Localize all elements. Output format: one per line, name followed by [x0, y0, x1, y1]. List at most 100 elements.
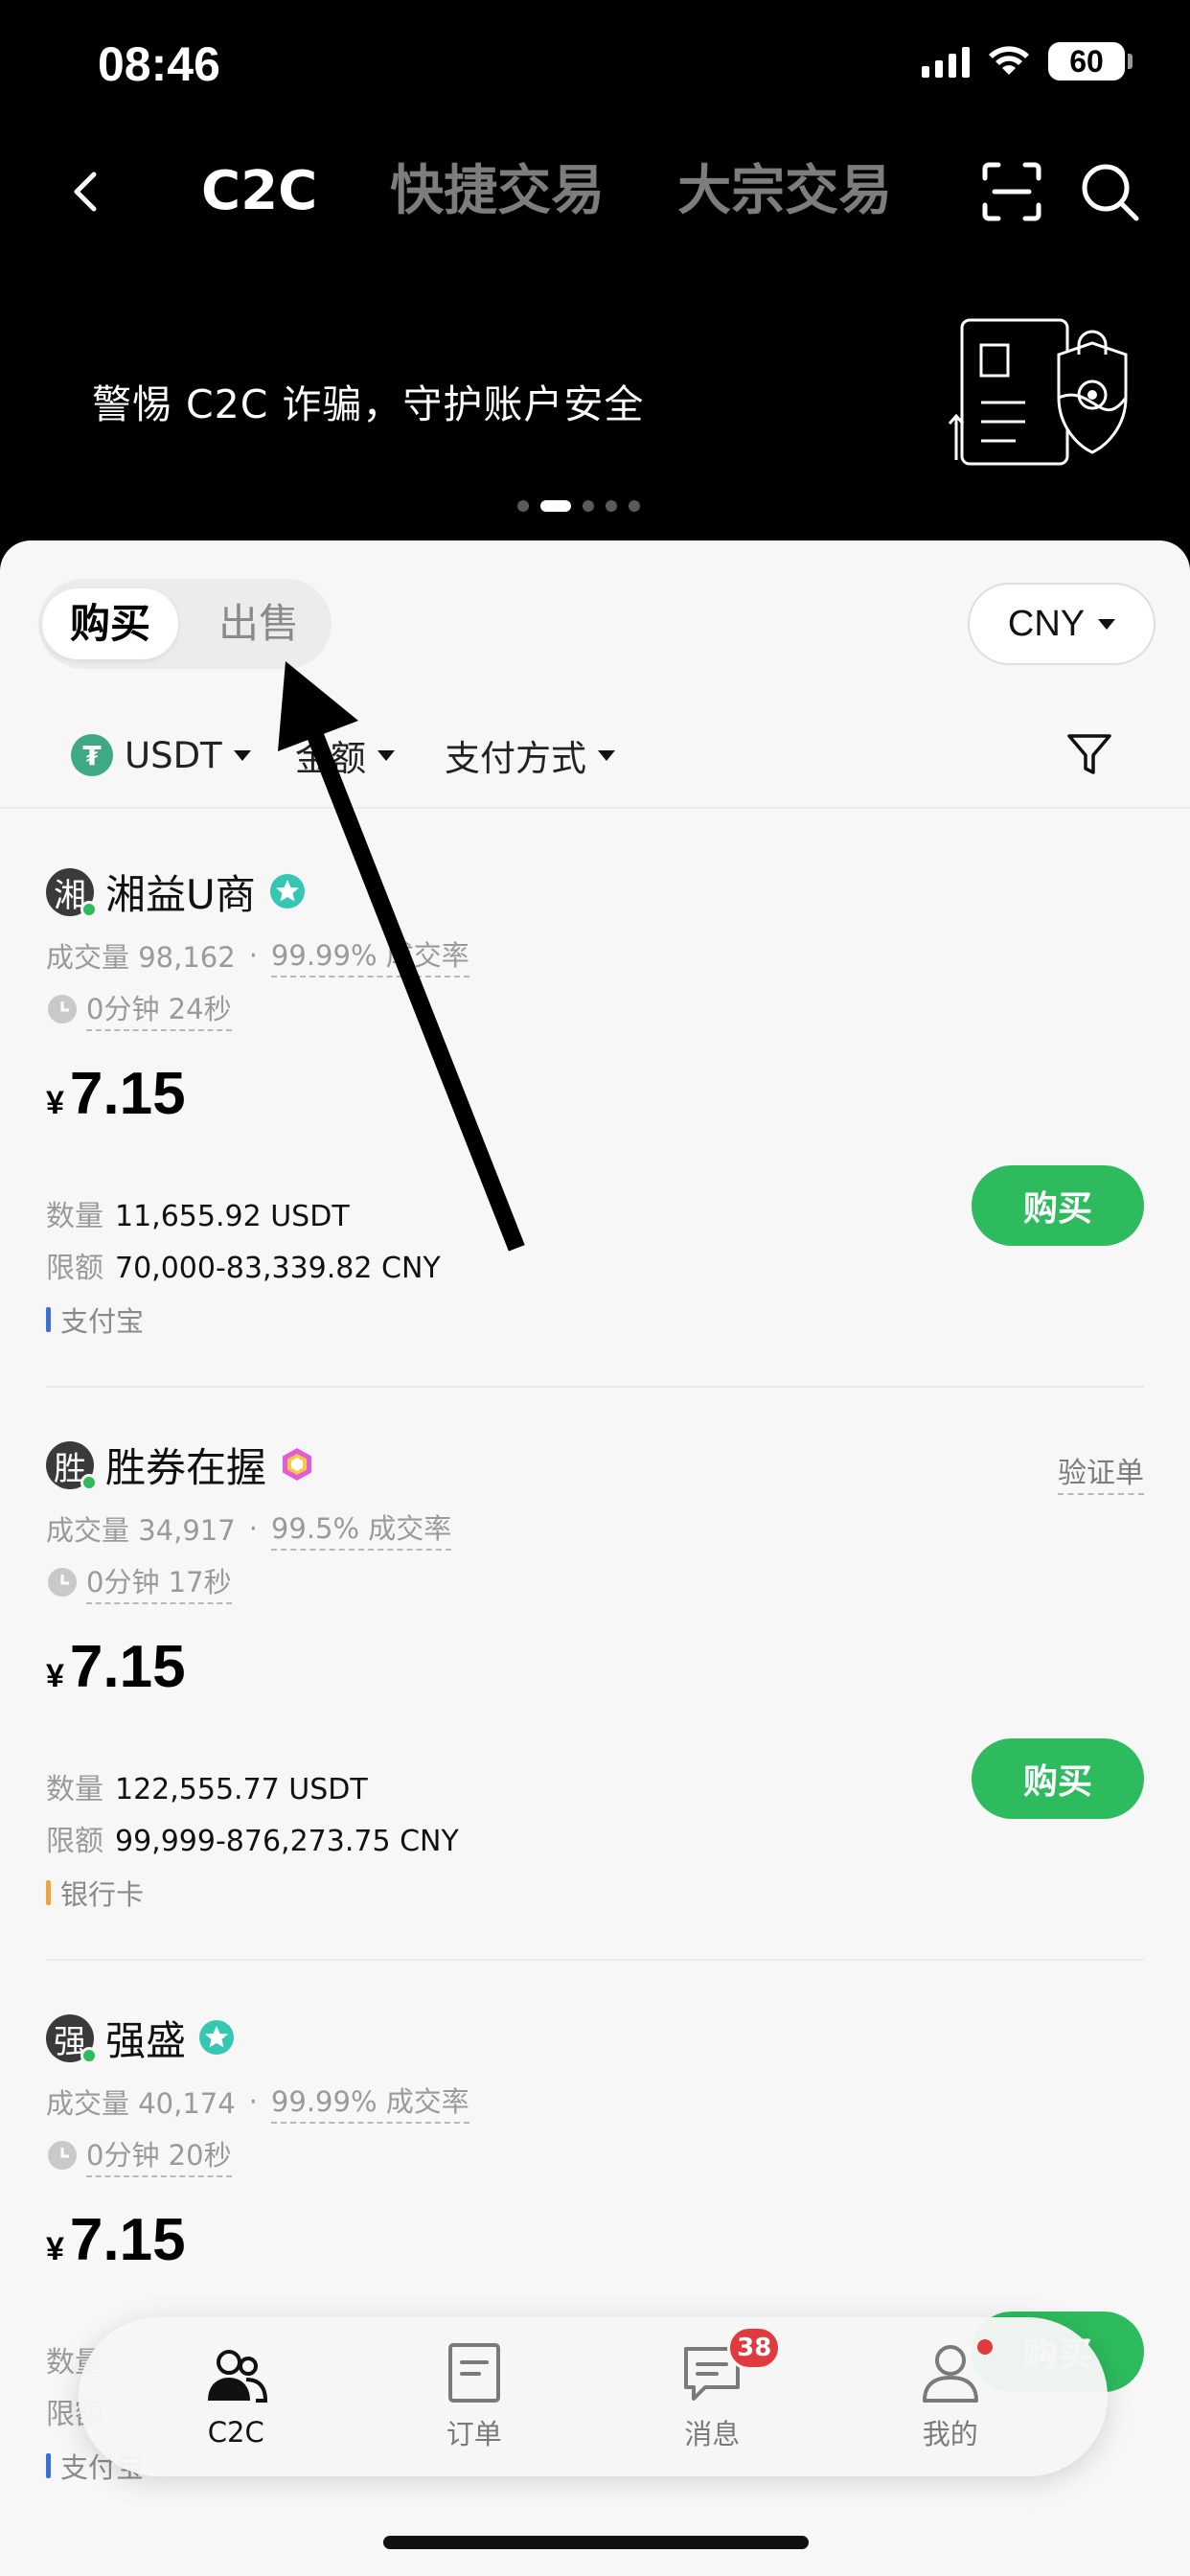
- notification-dot: [976, 2339, 993, 2355]
- buy-toggle-option[interactable]: 购买: [42, 588, 178, 659]
- home-indicator[interactable]: [383, 2536, 809, 2549]
- verified-star-badge-icon: [270, 874, 305, 908]
- limit-label: 限额: [46, 1825, 103, 1858]
- tab-c2c[interactable]: C2C: [201, 153, 317, 230]
- online-status-dot: [80, 901, 98, 918]
- top-nav: C2C 快捷交易 大宗交易: [0, 144, 1190, 240]
- separator-dot: ·: [248, 1512, 258, 1545]
- nav-tabs: C2C 快捷交易 大宗交易: [201, 153, 892, 230]
- response-time: 0分钟 24秒: [46, 987, 232, 1031]
- clock-icon: [48, 995, 77, 1024]
- separator-dot: ·: [248, 939, 258, 972]
- banner-dot-active[interactable]: [540, 500, 571, 512]
- battery-icon: 60: [1048, 42, 1133, 80]
- verified-star-badge-icon: [199, 2020, 234, 2055]
- order-icon: [447, 2343, 500, 2403]
- tab-messages-nav[interactable]: 38 消息: [626, 2326, 798, 2452]
- trade-volume: 成交量 34,917: [46, 1514, 236, 1547]
- price-currency: ¥: [46, 1085, 64, 1121]
- banner-dot[interactable]: [629, 500, 640, 512]
- limit-row: 限额 70,000-83,339.82 CNY: [46, 1244, 441, 1286]
- trade-volume: 成交量 40,174: [46, 2087, 236, 2120]
- merchant-avatar[interactable]: 湘: [46, 868, 98, 918]
- security-shield-illustration: [949, 318, 1128, 466]
- tab-orders-nav[interactable]: 订单: [388, 2341, 561, 2452]
- payment-method-label: 支付宝: [60, 1305, 145, 1338]
- price: ¥7.15: [46, 1060, 186, 1128]
- price-currency: ¥: [46, 2231, 64, 2267]
- merchant-stats: 成交量 98,162 · 99.99% 成交率: [46, 933, 469, 978]
- separator-dot: ·: [248, 2085, 258, 2118]
- limit-value: 99,999-876,273.75 CNY: [115, 1825, 459, 1858]
- caret-down-icon: [598, 749, 615, 761]
- tab-quick-trade[interactable]: 快捷交易: [390, 153, 605, 230]
- coin-filter[interactable]: ₮ USDT: [71, 728, 251, 782]
- search-icon[interactable]: [1077, 159, 1142, 224]
- verify-order-link[interactable]: 验证单: [1058, 1449, 1144, 1495]
- tab-c2c-nav[interactable]: C2C: [149, 2345, 322, 2449]
- amount-filter-label: 金额: [295, 738, 366, 779]
- buy-button[interactable]: 购买: [972, 1738, 1144, 1819]
- tab-label: 消息: [684, 2418, 741, 2450]
- payment-method-label: 银行卡: [60, 1878, 145, 1911]
- scan-icon[interactable]: [981, 161, 1042, 222]
- tab-label: 我的: [922, 2418, 978, 2450]
- completion-rate[interactable]: 99.99% 成交率: [270, 2080, 469, 2124]
- merchant-name[interactable]: 胜券在握: [105, 1436, 266, 1494]
- buy-button[interactable]: 购买: [972, 1165, 1144, 1246]
- payment-method: 支付宝: [46, 1300, 144, 1340]
- promo-banner[interactable]: 警惕 C2C 诈骗，守护账户安全: [0, 288, 1190, 537]
- tab-profile-nav[interactable]: 我的: [864, 2339, 1037, 2452]
- clock-icon: [48, 2141, 77, 2170]
- tab-label: C2C: [207, 2416, 264, 2449]
- online-status-dot: [80, 1474, 98, 1491]
- wifi-icon: [989, 46, 1029, 75]
- bottom-tab-bar: C2C 订单 38 消息 我的: [79, 2317, 1108, 2476]
- quantity-row: 数量 11,655.92 USDT: [46, 1192, 350, 1234]
- completion-rate[interactable]: 99.5% 成交率: [270, 1506, 452, 1551]
- quantity-label: 数量: [46, 1773, 103, 1806]
- funnel-filter-icon[interactable]: [1065, 730, 1113, 778]
- amount-filter[interactable]: 金额: [295, 728, 395, 782]
- banner-pagination: [517, 500, 640, 512]
- usdt-icon: ₮: [71, 734, 113, 776]
- diamond-badge-icon: [283, 1448, 311, 1481]
- banner-dot[interactable]: [517, 500, 529, 512]
- caret-down-icon: [233, 749, 251, 761]
- response-time-value[interactable]: 0分钟 20秒: [86, 2133, 232, 2177]
- back-arrow-icon[interactable]: [59, 165, 113, 218]
- payment-method: 银行卡: [46, 1873, 144, 1913]
- tab-block-trade[interactable]: 大宗交易: [677, 153, 892, 230]
- price-value: 7.15: [69, 2207, 186, 2273]
- signal-icon: [922, 45, 970, 78]
- banner-dot[interactable]: [583, 500, 594, 512]
- status-bar: 08:46 60: [0, 0, 1190, 134]
- trade-volume: 成交量 98,162: [46, 941, 236, 974]
- price-value: 7.15: [69, 1061, 186, 1127]
- payment-color-bar: [46, 2453, 51, 2478]
- limit-value: 70,000-83,339.82 CNY: [115, 1252, 441, 1285]
- response-time-value[interactable]: 0分钟 17秒: [86, 1560, 232, 1604]
- merchant-stats: 成交量 34,917 · 99.5% 成交率: [46, 1506, 452, 1551]
- coin-filter-label: USDT: [125, 734, 222, 776]
- completion-rate[interactable]: 99.99% 成交率: [270, 933, 469, 978]
- price-currency: ¥: [46, 1658, 64, 1694]
- limit-row: 限额 99,999-876,273.75 CNY: [46, 1817, 459, 1859]
- tab-label: 订单: [446, 2418, 502, 2450]
- merchant-avatar[interactable]: 胜: [46, 1441, 98, 1491]
- merchant-name[interactable]: 湘益U商: [105, 862, 256, 921]
- merchant-name[interactable]: 强盛: [105, 2009, 186, 2067]
- main-sheet: 购买 出售 CNY ₮ USDT 金额 支付方式 湘 湘益U商 成交量 98,1…: [0, 540, 1190, 2576]
- users-icon: [208, 2350, 268, 2403]
- currency-select[interactable]: CNY: [968, 583, 1156, 665]
- merchant-avatar[interactable]: 强: [46, 2014, 98, 2064]
- merchant-stats: 成交量 40,174 · 99.99% 成交率: [46, 2080, 469, 2124]
- sell-toggle-option[interactable]: 出售: [192, 588, 326, 659]
- quantity-row: 数量 122,555.77 USDT: [46, 1765, 368, 1807]
- payment-color-bar: [46, 1880, 51, 1905]
- currency-label: CNY: [1007, 603, 1086, 644]
- payment-filter[interactable]: 支付方式: [445, 728, 615, 782]
- banner-dot[interactable]: [606, 500, 617, 512]
- profile-icon: [922, 2345, 978, 2403]
- response-time-value[interactable]: 0分钟 24秒: [86, 987, 232, 1031]
